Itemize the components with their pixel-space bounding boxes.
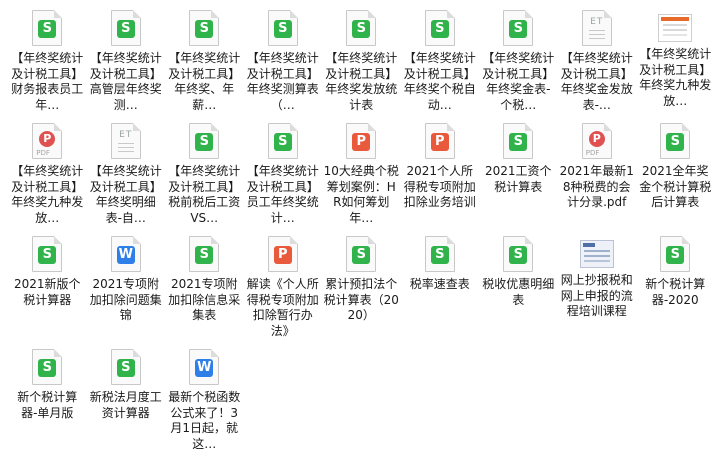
sheet-icon: S xyxy=(189,10,220,46)
sheet-icon: S xyxy=(32,10,63,46)
image-file-icon xyxy=(658,14,693,42)
file-item[interactable]: P 解读《个人所得税专项附加扣除暂行办法》 xyxy=(244,232,323,345)
sheet-icon: S xyxy=(503,10,534,46)
sheet-icon: S xyxy=(267,10,298,46)
file-name: 【年终奖统计及计税工具】年终奖、年薪… xyxy=(168,51,241,112)
sheet-icon: S xyxy=(110,10,141,46)
file-item[interactable]: W 最新个税函数公式来了！3月1日起，就这… xyxy=(165,345,244,458)
file-name: 【年终奖统计及计税工具】年终奖金表-个税… xyxy=(482,51,555,112)
screenshot-file-icon xyxy=(579,240,614,268)
file-name: 最新个税函数公式来了！3月1日起，就这… xyxy=(168,390,241,451)
sheet-icon: S xyxy=(503,123,534,159)
sheet-icon: S xyxy=(346,10,377,46)
file-name: 累计预扣法个税计算表（2020） xyxy=(323,277,399,322)
file-name: 解读《个人所得税专项附加扣除暂行办法》 xyxy=(246,277,319,338)
file-item[interactable]: S 新个税计算器-单月版 xyxy=(8,345,87,458)
file-item[interactable]: S 税收优惠明细表 xyxy=(479,232,558,345)
file-name: 【年终奖统计及计税工具】年终奖九种发放… xyxy=(639,47,712,108)
file-name: 网上抄报税和网上申报的流程培训课程 xyxy=(560,273,633,318)
file-item[interactable]: P PDF 【年终奖统计及计税工具】年终奖九种发放… xyxy=(8,119,87,232)
file-item[interactable]: ET 【年终奖统计及计税工具】年终奖金发放表-… xyxy=(558,6,637,119)
presentation-icon: P xyxy=(267,236,298,272)
file-item[interactable]: S 2021全年奖金个税计算税后计算表 xyxy=(636,119,715,232)
file-name: 【年终奖统计及计税工具】年终奖个税自动… xyxy=(403,51,476,112)
sheet-icon: S xyxy=(32,349,63,385)
file-item[interactable]: S 【年终奖统计及计税工具】年终奖、年薪… xyxy=(165,6,244,119)
file-item[interactable]: 网上抄报税和网上申报的流程培训课程 xyxy=(558,232,637,345)
file-item[interactable]: S 2021新版个税计算器 xyxy=(8,232,87,345)
file-name: 【年终奖统计及计税工具】高管层年终奖测… xyxy=(89,51,162,112)
file-item[interactable]: W 2021专项附加扣除问题集锦 xyxy=(87,232,166,345)
file-item[interactable]: S 税率速查表 xyxy=(401,232,480,345)
file-name: 【年终奖统计及计税工具】员工年终奖统计… xyxy=(246,164,319,225)
file-name: 2021全年奖金个税计算税后计算表 xyxy=(639,164,712,209)
file-name: 2021工资个税计算表 xyxy=(484,164,552,194)
file-item[interactable]: S 累计预扣法个税计算表（2020） xyxy=(322,232,401,345)
file-name: 【年终奖统计及计税工具】税前税后工资VS… xyxy=(168,164,241,225)
file-name: 【年终奖统计及计税工具】财务报表员工年… xyxy=(11,51,84,112)
sheet-icon: S xyxy=(189,123,220,159)
file-item[interactable]: S 【年终奖统计及计税工具】员工年终奖统计… xyxy=(244,119,323,232)
file-item[interactable]: S 【年终奖统计及计税工具】财务报表员工年… xyxy=(8,6,87,119)
word-icon: W xyxy=(189,349,220,385)
sheet-icon: S xyxy=(660,236,691,272)
file-name: 【年终奖统计及计税工具】年终奖明细表-自… xyxy=(89,164,162,225)
file-item[interactable]: P 2021个人所得税专项附加扣除业务培训 xyxy=(401,119,480,232)
sheet-icon: S xyxy=(267,123,298,159)
sheet-icon: S xyxy=(32,236,63,272)
file-name: 2021专项附加扣除问题集锦 xyxy=(89,277,162,322)
file-item[interactable]: 【年终奖统计及计税工具】年终奖九种发放… xyxy=(636,6,715,119)
file-item[interactable]: P PDF 2021年最新18种税费的会计分录.pdf xyxy=(558,119,637,232)
file-name: 2021新版个税计算器 xyxy=(13,277,81,307)
file-name: 【年终奖统计及计税工具】年终奖金发放表-… xyxy=(560,51,633,112)
file-name: 2021个人所得税专项附加扣除业务培训 xyxy=(403,164,476,209)
file-item[interactable]: S 新个税计算器-2020 xyxy=(636,232,715,345)
sheet-icon: S xyxy=(189,236,220,272)
sheet-icon: S xyxy=(110,349,141,385)
presentation-icon: P xyxy=(346,123,377,159)
file-name: 2021专项附加扣除信息采集表 xyxy=(168,277,241,322)
file-item[interactable]: S 2021工资个税计算表 xyxy=(479,119,558,232)
file-item[interactable]: S 新税法月度工资计算器 xyxy=(87,345,166,458)
file-item[interactable]: S 【年终奖统计及计税工具】税前税后工资VS… xyxy=(165,119,244,232)
sheet-icon: S xyxy=(660,123,691,159)
file-name: 新税法月度工资计算器 xyxy=(89,390,162,420)
text-file-icon: ET xyxy=(581,10,612,46)
file-item[interactable]: S 【年终奖统计及计税工具】年终奖发放统计表 xyxy=(322,6,401,119)
file-name: 2021年最新18种税费的会计分录.pdf xyxy=(559,164,634,209)
sheet-icon: S xyxy=(503,236,534,272)
file-name: 税率速查表 xyxy=(409,277,470,291)
file-name: 【年终奖统计及计税工具】年终奖九种发放… xyxy=(11,164,84,225)
file-item[interactable]: S 【年终奖统计及计税工具】年终奖金表-个税… xyxy=(479,6,558,119)
pdf-icon: P PDF xyxy=(581,123,612,159)
file-grid: S 【年终奖统计及计税工具】财务报表员工年… S 【年终奖统计及计税工具】高管层年终奖… xyxy=(8,6,716,458)
sheet-icon: S xyxy=(424,236,455,272)
file-item[interactable]: S 2021专项附加扣除信息采集表 xyxy=(165,232,244,345)
sheet-icon: S xyxy=(424,10,455,46)
file-name: 10大经典个税筹划案例：HR如何筹划年… xyxy=(323,164,399,225)
file-name: 【年终奖统计及计税工具】年终奖发放统计表 xyxy=(325,51,398,112)
file-item[interactable]: S 【年终奖统计及计税工具】高管层年终奖测… xyxy=(87,6,166,119)
file-name: 新个税计算器-2020 xyxy=(645,277,706,307)
file-item[interactable]: ET 【年终奖统计及计税工具】年终奖明细表-自… xyxy=(87,119,166,232)
sheet-icon: S xyxy=(346,236,377,272)
file-item[interactable]: S 【年终奖统计及计税工具】年终奖测算表（… xyxy=(244,6,323,119)
pdf-icon: P PDF xyxy=(32,123,63,159)
word-icon: W xyxy=(110,236,141,272)
text-file-icon: ET xyxy=(110,123,141,159)
file-item[interactable]: P 10大经典个税筹划案例：HR如何筹划年… xyxy=(322,119,401,232)
presentation-icon: P xyxy=(424,123,455,159)
file-item[interactable]: S 【年终奖统计及计税工具】年终奖个税自动… xyxy=(401,6,480,119)
file-name: 【年终奖统计及计税工具】年终奖测算表（… xyxy=(246,51,319,112)
file-name: 税收优惠明细表 xyxy=(482,277,555,307)
file-name: 新个税计算器-单月版 xyxy=(17,390,78,420)
